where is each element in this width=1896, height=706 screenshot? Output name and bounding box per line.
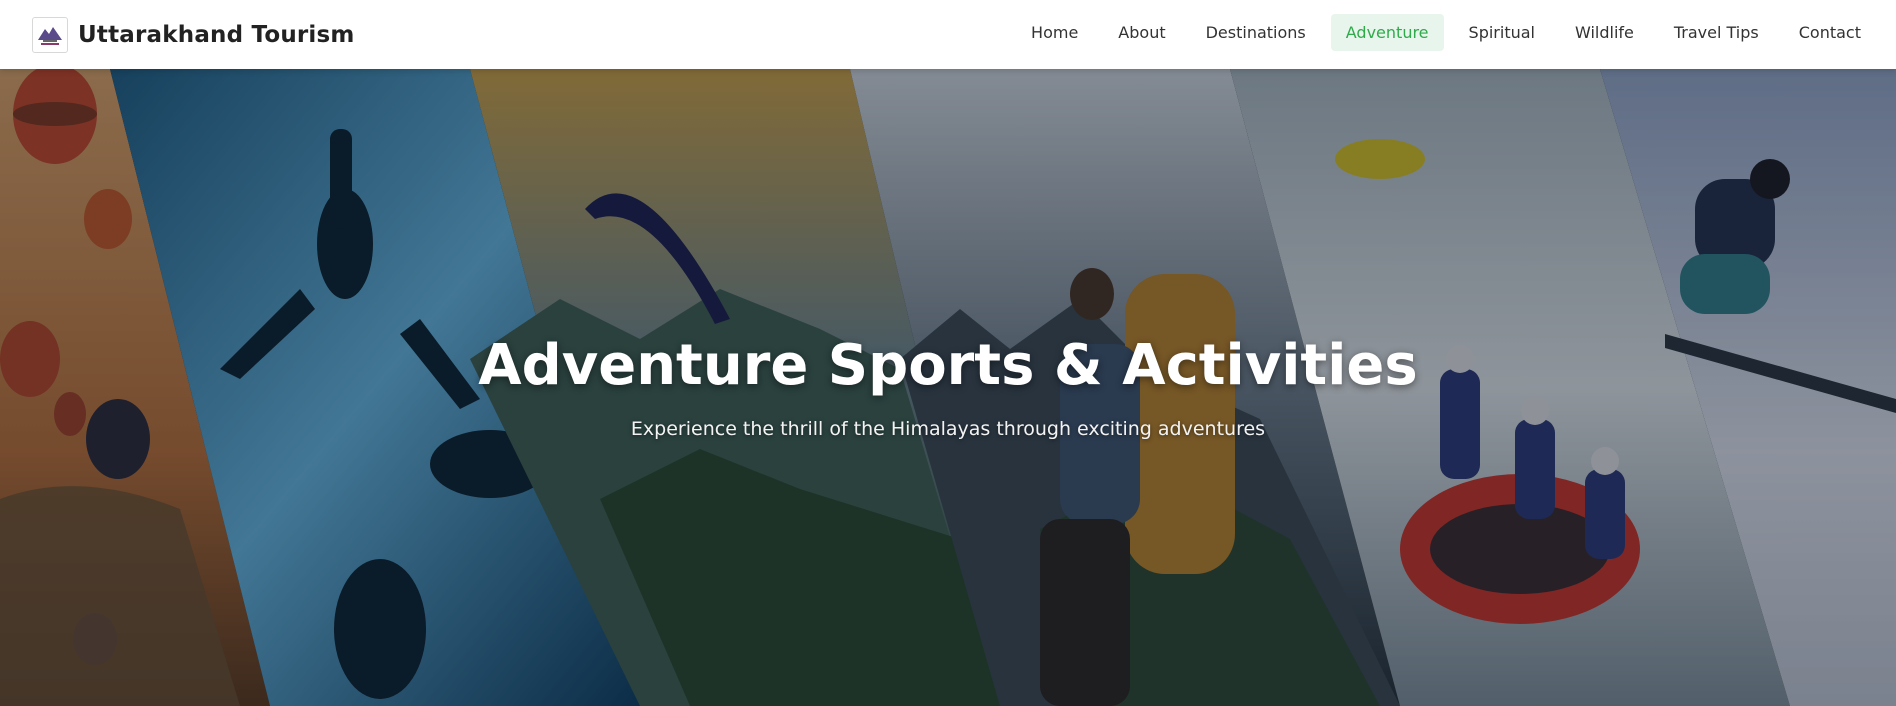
main-nav: Home About Destinations Adventure Spirit… xyxy=(1016,14,1876,51)
hero-subtitle: Experience the thrill of the Himalayas t… xyxy=(630,418,1266,440)
nav-adventure[interactable]: Adventure xyxy=(1330,14,1444,51)
nav-travel-tips[interactable]: Travel Tips xyxy=(1659,14,1774,51)
nav-contact[interactable]: Contact xyxy=(1784,14,1876,51)
nav-about[interactable]: About xyxy=(1103,14,1180,51)
hero-banner: Adventure Sports & Activities Experience… xyxy=(0,69,1896,706)
brand-name: Uttarakhand Tourism xyxy=(78,21,355,48)
nav-destinations[interactable]: Destinations xyxy=(1191,14,1321,51)
uttarakhand-logo-icon xyxy=(32,16,68,53)
hero-title: Adventure Sports & Activities xyxy=(478,333,1418,398)
hero-text: Adventure Sports & Activities Experience… xyxy=(0,333,1896,440)
nav-spiritual[interactable]: Spiritual xyxy=(1454,14,1550,51)
brand[interactable]: Uttarakhand Tourism xyxy=(32,16,355,53)
nav-wildlife[interactable]: Wildlife xyxy=(1560,14,1649,51)
top-navbar: Uttarakhand Tourism Home About Destinati… xyxy=(0,0,1896,69)
nav-home[interactable]: Home xyxy=(1016,14,1093,51)
